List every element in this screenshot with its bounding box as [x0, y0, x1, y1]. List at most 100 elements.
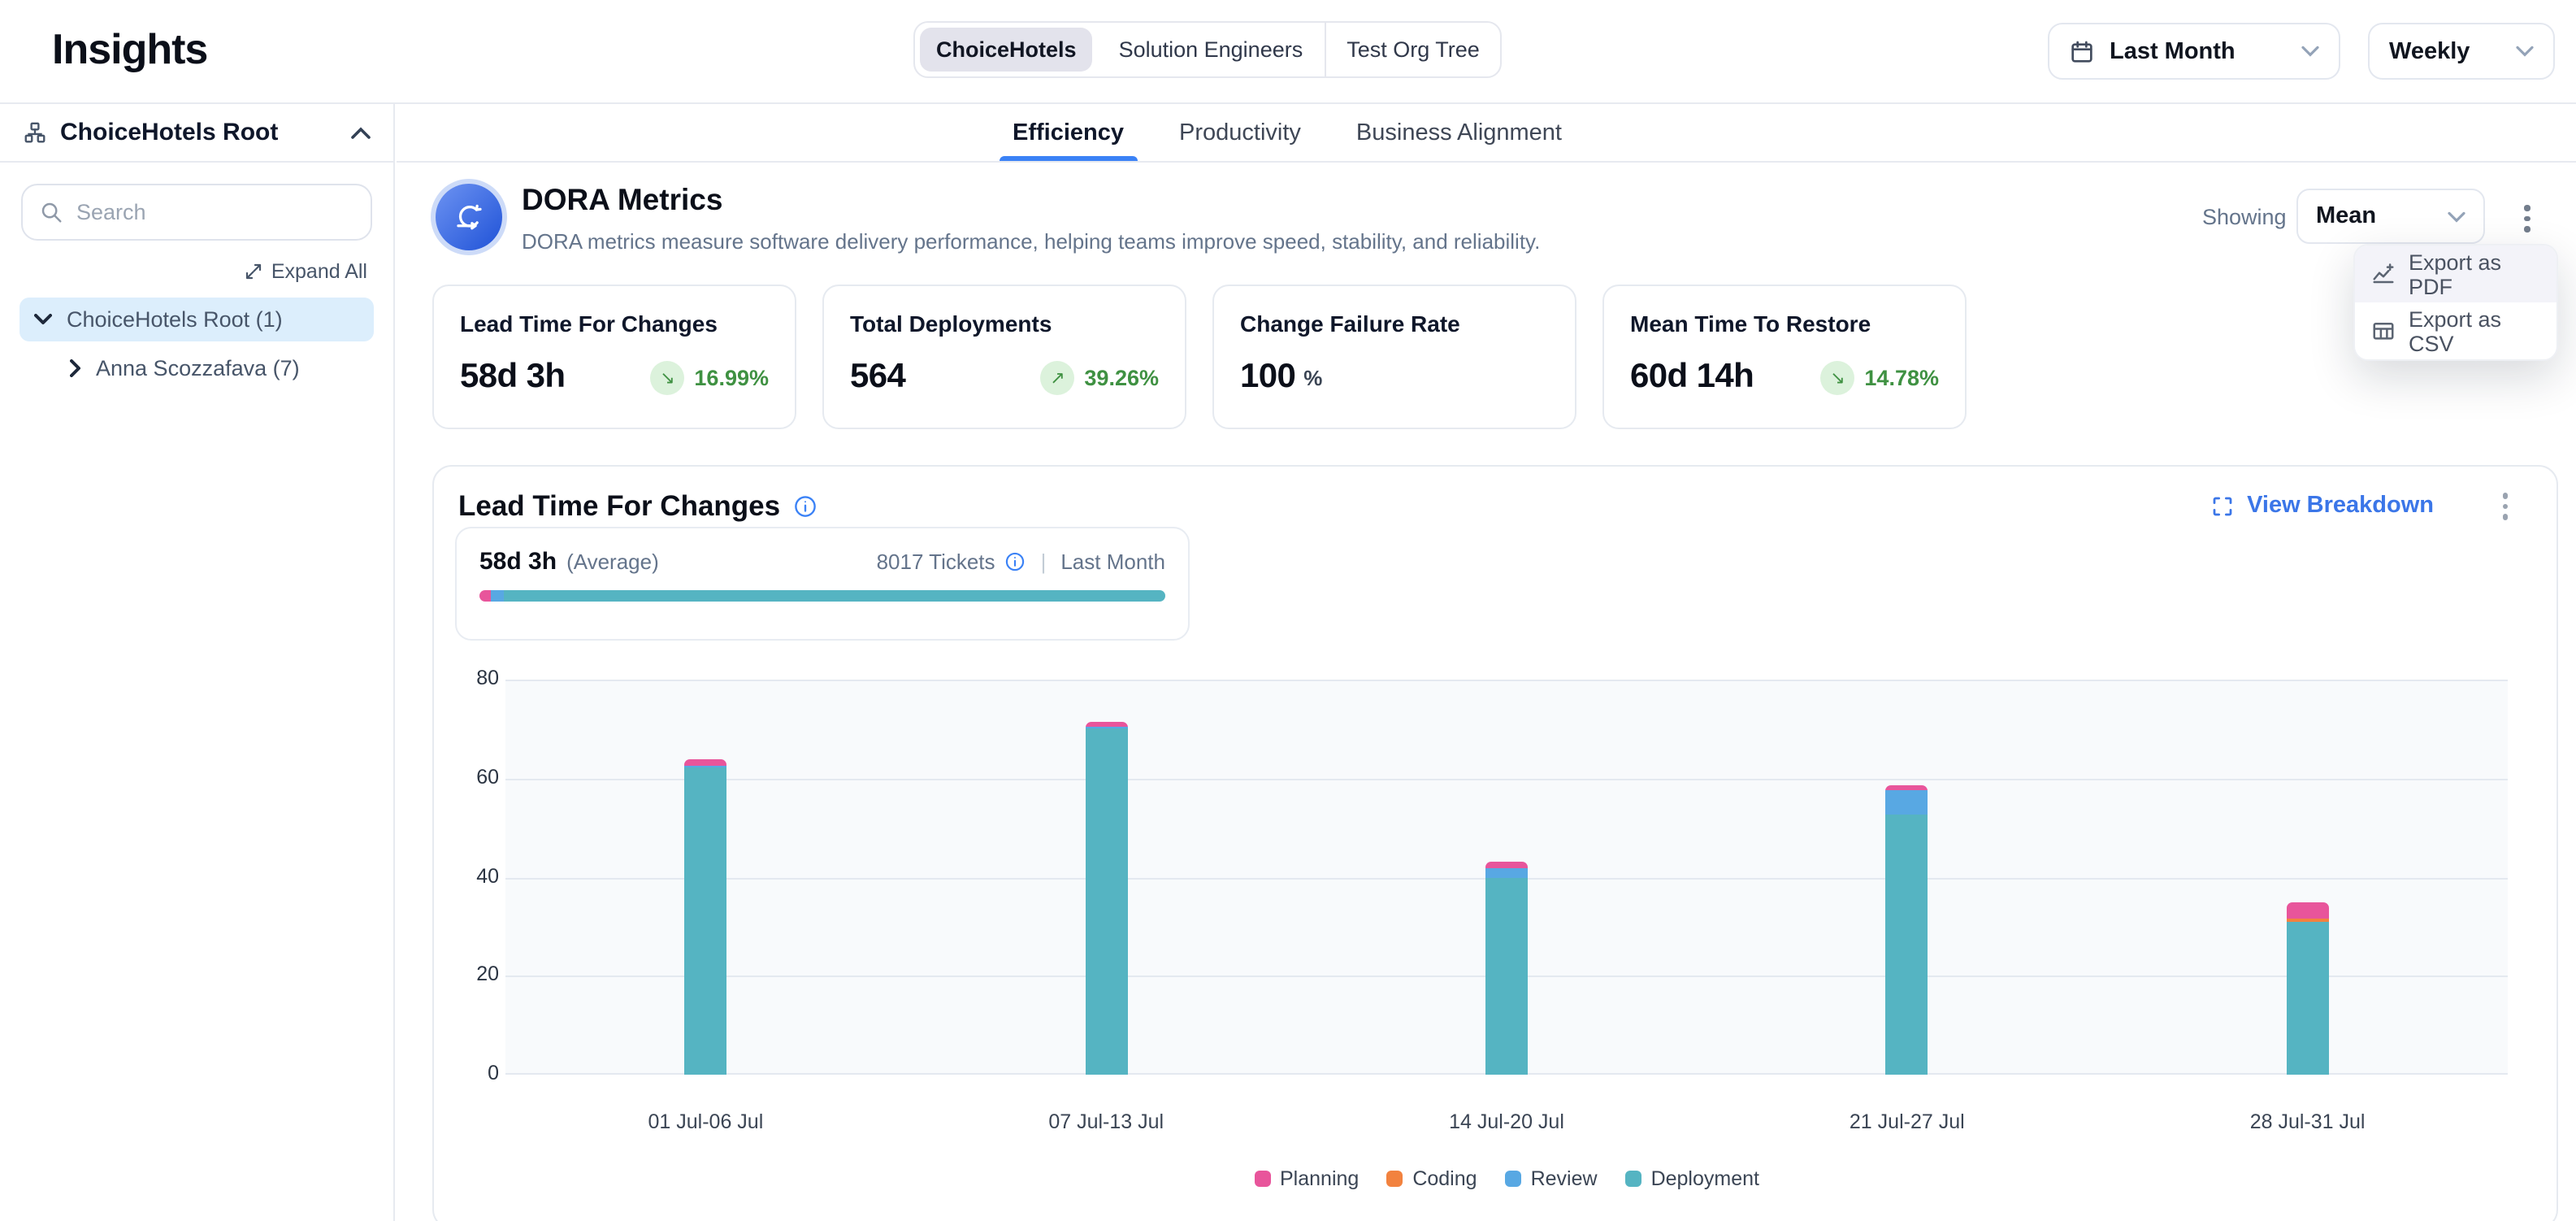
sidebar-header[interactable]: ChoiceHotels Root: [0, 104, 393, 163]
legend-item-review[interactable]: Review: [1505, 1167, 1598, 1190]
bar-segment-planning: [1085, 722, 1127, 728]
bar-segment-review: [1485, 869, 1528, 877]
gridline: [505, 680, 2508, 681]
bar-segment-deployment: [2287, 921, 2329, 1075]
search-box: [21, 184, 372, 241]
delta-badge: ↗ 39.26%: [1040, 360, 1159, 394]
main-tab-bar: Efficiency Productivity Business Alignme…: [397, 104, 2576, 163]
org-tab-solution-engineers[interactable]: Solution Engineers: [1098, 23, 1326, 76]
plot-area: [505, 680, 2508, 1075]
chart-export-icon: [2371, 262, 2396, 286]
trend-up-icon: ↗: [1040, 360, 1074, 394]
bar-01 Jul-06 Jul: [684, 759, 726, 1075]
legend-label: Deployment: [1651, 1167, 1759, 1190]
header-controls: Last Month Weekly: [2048, 23, 2555, 80]
bar-segment-planning: [684, 759, 726, 766]
lead-time-chart: PlanningCodingReviewDeployment 020406080…: [460, 680, 2511, 1216]
info-icon[interactable]: [793, 494, 817, 519]
app-header: Insights ChoiceHotels Solution Engineers…: [0, 0, 2576, 104]
search-input[interactable]: [76, 200, 354, 224]
page-title: Insights: [52, 24, 207, 75]
menu-item-export-pdf[interactable]: Export as PDF: [2355, 246, 2556, 302]
distribution-segment-review: [491, 590, 504, 602]
tree-item-anna-scozzafava[interactable]: Anna Scozzafava (7): [55, 346, 374, 390]
aggregation-value: Mean: [2316, 203, 2376, 229]
calendar-icon: [2069, 38, 2095, 64]
summary-value: 58d 3h: [479, 548, 557, 576]
metric-card-change-failure-rate: Change Failure Rate 100 %: [1212, 285, 1576, 429]
trend-down-icon: ↘: [650, 360, 684, 394]
bar-21 Jul-27 Jul: [1886, 786, 1928, 1075]
expand-all-button[interactable]: Expand All: [0, 260, 367, 283]
menu-item-label: Export as PDF: [2409, 250, 2540, 298]
tree-item-label: Anna Scozzafava (7): [96, 356, 300, 380]
chevron-down-icon[interactable]: [34, 314, 52, 325]
dora-metrics-icon: [431, 179, 507, 255]
summary-qualifier: (Average): [566, 550, 659, 574]
org-tab-choicehotels[interactable]: ChoiceHotels: [920, 28, 1093, 72]
phase-distribution-bar: [479, 590, 1165, 602]
org-tab-test-org-tree[interactable]: Test Org Tree: [1325, 23, 1501, 76]
bar-07 Jul-13 Jul: [1085, 722, 1127, 1075]
dora-options-kebab-icon[interactable]: [2517, 198, 2536, 238]
dora-metrics-title: DORA Metrics: [522, 182, 722, 218]
bar-segment-deployment: [1886, 815, 1928, 1075]
legend-item-deployment[interactable]: Deployment: [1625, 1167, 1759, 1190]
date-range-select[interactable]: Last Month: [2048, 23, 2340, 80]
legend-item-planning[interactable]: Planning: [1254, 1167, 1359, 1190]
chevron-right-icon[interactable]: [70, 359, 81, 377]
chart-legend: Planning Coding Review Deployment: [505, 1167, 2508, 1190]
distribution-segment-deployment: [504, 590, 1165, 602]
expand-all-label: Expand All: [271, 260, 367, 283]
y-axis-tick-label: 0: [460, 1062, 499, 1084]
y-axis-tick-label: 60: [460, 766, 499, 789]
export-menu: Export as PDF Export as CSV: [2353, 244, 2558, 361]
panel-header: Lead Time For Changes View Breakdown: [434, 467, 2556, 526]
legend-swatch-icon: [1505, 1171, 1521, 1187]
bar-segment-deployment: [1485, 877, 1528, 1075]
separator: |: [1041, 550, 1047, 574]
bar-segment-planning: [2287, 902, 2329, 919]
y-axis-tick-label: 80: [460, 667, 499, 689]
info-icon[interactable]: [1005, 551, 1026, 572]
x-axis-tick-label: 01 Jul-06 Jul: [648, 1110, 764, 1133]
lead-time-summary: 58d 3h (Average) 8017 Tickets | Last Mon…: [455, 527, 1190, 641]
granularity-select[interactable]: Weekly: [2368, 23, 2555, 80]
chevron-up-icon[interactable]: [351, 126, 371, 139]
legend-label: Coding: [1412, 1167, 1477, 1190]
date-range-value: Last Month: [2110, 38, 2236, 64]
org-tree: ChoiceHotels Root (1) Anna Scozzafava (7…: [20, 298, 374, 390]
legend-label: Review: [1531, 1167, 1598, 1190]
chevron-down-icon: [2448, 211, 2465, 222]
sidebar: ChoiceHotels Root Expand All ChoiceHotel…: [0, 104, 395, 1221]
legend-swatch-icon: [1386, 1171, 1403, 1187]
insights-page: Insights ChoiceHotels Solution Engineers…: [0, 0, 2576, 1221]
lead-time-panel: Lead Time For Changes View Breakdown 58d…: [432, 465, 2558, 1221]
tab-efficiency[interactable]: Efficiency: [1009, 104, 1127, 161]
tree-item-choicehotels-root[interactable]: ChoiceHotels Root (1): [20, 298, 374, 341]
legend-item-coding[interactable]: Coding: [1386, 1167, 1477, 1190]
granularity-value: Weekly: [2389, 38, 2470, 64]
sidebar-title: ChoiceHotels Root: [60, 119, 278, 146]
delta-badge: ↘ 14.78%: [1820, 360, 1939, 394]
view-breakdown-button[interactable]: View Breakdown: [2210, 493, 2434, 519]
x-axis-tick-label: 14 Jul-20 Jul: [1449, 1110, 1564, 1133]
menu-item-export-csv[interactable]: Export as CSV: [2355, 302, 2556, 359]
tickets-count: 8017 Tickets: [877, 550, 995, 574]
bar-segment-review: [1886, 790, 1928, 815]
dora-metrics-description: DORA metrics measure software delivery p…: [522, 229, 1540, 254]
y-axis-tick-label: 40: [460, 864, 499, 887]
bar-segment-deployment: [684, 768, 726, 1075]
trend-down-icon: ↘: [1820, 360, 1854, 394]
x-axis-tick-label: 28 Jul-31 Jul: [2250, 1110, 2366, 1133]
expand-all-icon: [244, 262, 263, 281]
panel-options-kebab-icon[interactable]: [2496, 486, 2514, 526]
chevron-down-icon: [2301, 46, 2319, 57]
tab-productivity[interactable]: Productivity: [1176, 104, 1304, 161]
aggregation-select[interactable]: Mean: [2296, 189, 2485, 244]
metric-card-mean-time-to-restore: Mean Time To Restore 60d 14h ↘ 14.78%: [1602, 285, 1967, 429]
tab-business-alignment[interactable]: Business Alignment: [1353, 104, 1565, 161]
bar-14 Jul-20 Jul: [1485, 862, 1528, 1075]
x-axis-tick-label: 21 Jul-27 Jul: [1850, 1110, 1965, 1133]
x-axis-tick-label: 07 Jul-13 Jul: [1048, 1110, 1164, 1133]
